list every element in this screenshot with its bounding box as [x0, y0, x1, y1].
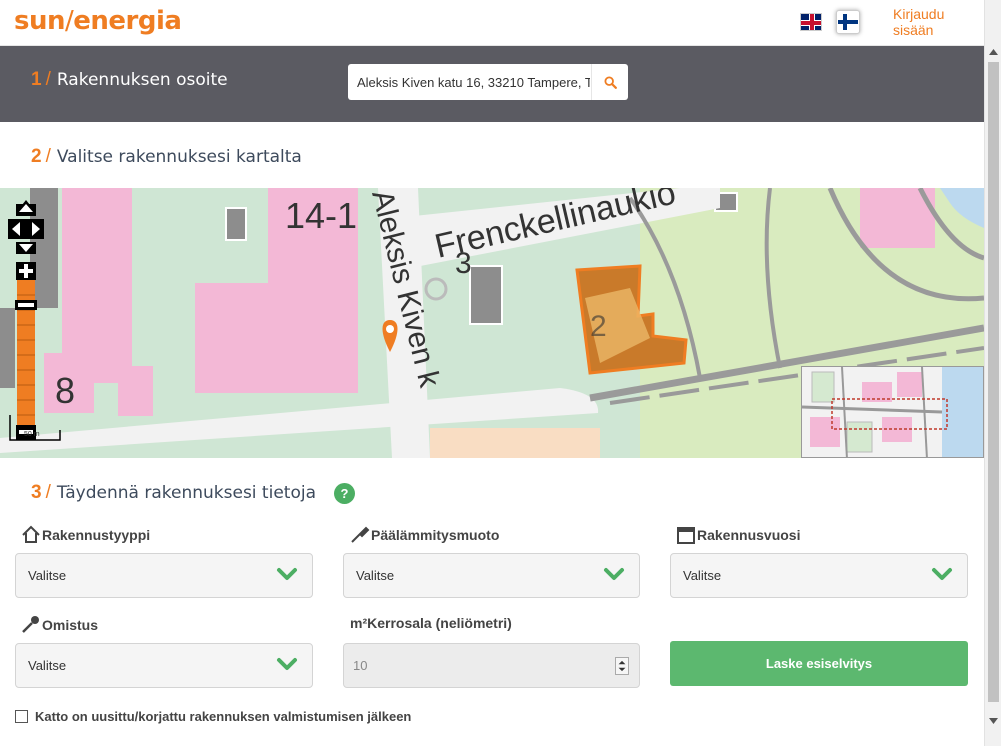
- chevron-down-icon: [277, 658, 297, 670]
- flag-uk-icon[interactable]: [800, 13, 822, 31]
- heating-select[interactable]: Valitse: [343, 553, 640, 598]
- construction-year-select[interactable]: Valitse: [670, 553, 968, 598]
- house-icon: [22, 525, 40, 543]
- floor-area-input[interactable]: 10: [343, 643, 640, 688]
- search-icon: [603, 75, 617, 89]
- scroll-down-icon[interactable]: [985, 712, 1001, 729]
- scale-label: 50 m: [24, 431, 40, 438]
- logo-part-energia: energia: [73, 6, 182, 36]
- map-pan-zoom-control[interactable]: 50 m: [6, 200, 64, 446]
- step-number: 2: [31, 146, 42, 167]
- step-slash: /: [45, 69, 51, 90]
- map-label-building: 2: [590, 310, 607, 343]
- address-heading: 1/Rakennuksen osoite: [31, 69, 228, 91]
- map-heading: 2/Valitse rakennuksesi kartalta: [31, 146, 302, 168]
- select-value: Valitse: [28, 658, 67, 673]
- ownership-label: Omistus: [21, 615, 98, 634]
- step-slash: /: [45, 482, 51, 503]
- step-title: Täydennä rakennuksesi tietoja: [56, 483, 316, 503]
- roof-renovated-row: Katto on uusittu/korjattu rakennuksen va…: [15, 709, 411, 724]
- scrollbar[interactable]: [984, 0, 1001, 746]
- step-title: Valitse rakennuksesi kartalta: [56, 147, 302, 167]
- scroll-thumb[interactable]: [988, 62, 999, 702]
- address-section: 1/Rakennuksen osoite: [0, 46, 984, 122]
- area-unit-icon: m²: [350, 615, 368, 631]
- number-spinner[interactable]: [615, 657, 629, 675]
- address-input[interactable]: [348, 64, 590, 100]
- scroll-up-icon[interactable]: [985, 44, 1001, 61]
- calendar-icon: [677, 527, 695, 544]
- chevron-down-icon: [604, 568, 624, 580]
- help-icon[interactable]: ?: [334, 482, 355, 504]
- ownership-select[interactable]: Valitse: [15, 643, 313, 688]
- logo-part-sun: sun: [14, 6, 66, 36]
- flag-finland-icon[interactable]: [836, 10, 860, 34]
- address-search: [348, 64, 628, 100]
- search-button[interactable]: [591, 64, 628, 100]
- heating-icon: [351, 526, 370, 543]
- step-title: Rakennuksen osoite: [56, 70, 228, 90]
- map-label-block: 14-1: [285, 195, 357, 236]
- building-type-label: Rakennustyyppi: [21, 525, 150, 544]
- roof-renovated-checkbox[interactable]: [15, 710, 28, 723]
- floor-area-label: m² Kerrosala (neliömetri): [350, 615, 512, 631]
- key-icon: [22, 616, 39, 633]
- heating-label: Päälämmitysmuoto: [350, 525, 499, 544]
- step-number: 3: [31, 482, 42, 503]
- logo[interactable]: sun/energia: [14, 6, 182, 36]
- page: sun/energia Kirjaudu sisään 1/Rakennukse…: [0, 0, 1001, 746]
- roof-renovated-label: Katto on uusittu/korjattu rakennuksen va…: [35, 709, 412, 724]
- details-heading: 3/Täydennä rakennuksesi tietoja ?: [31, 482, 355, 504]
- step-number: 1: [31, 69, 42, 90]
- step-slash: /: [45, 146, 51, 167]
- login-link[interactable]: Kirjaudu sisään: [893, 6, 984, 38]
- overview-minimap[interactable]: [801, 366, 984, 458]
- select-value: Valitse: [683, 568, 722, 583]
- content: sun/energia Kirjaudu sisään 1/Rakennukse…: [0, 0, 984, 746]
- select-value: Valitse: [28, 568, 67, 583]
- construction-year-label: Rakennusvuosi: [676, 525, 800, 544]
- calculate-button[interactable]: Laske esiselvitys: [670, 641, 968, 686]
- chevron-down-icon: [277, 568, 297, 580]
- chevron-down-icon: [932, 568, 952, 580]
- input-value: 10: [353, 658, 368, 673]
- top-bar: sun/energia Kirjaudu sisään: [0, 0, 984, 46]
- building-type-select[interactable]: Valitse: [15, 553, 313, 598]
- map[interactable]: 14-1 8 3 2 Frenckellinaukio Aleksis Kive…: [0, 188, 984, 458]
- select-value: Valitse: [356, 568, 395, 583]
